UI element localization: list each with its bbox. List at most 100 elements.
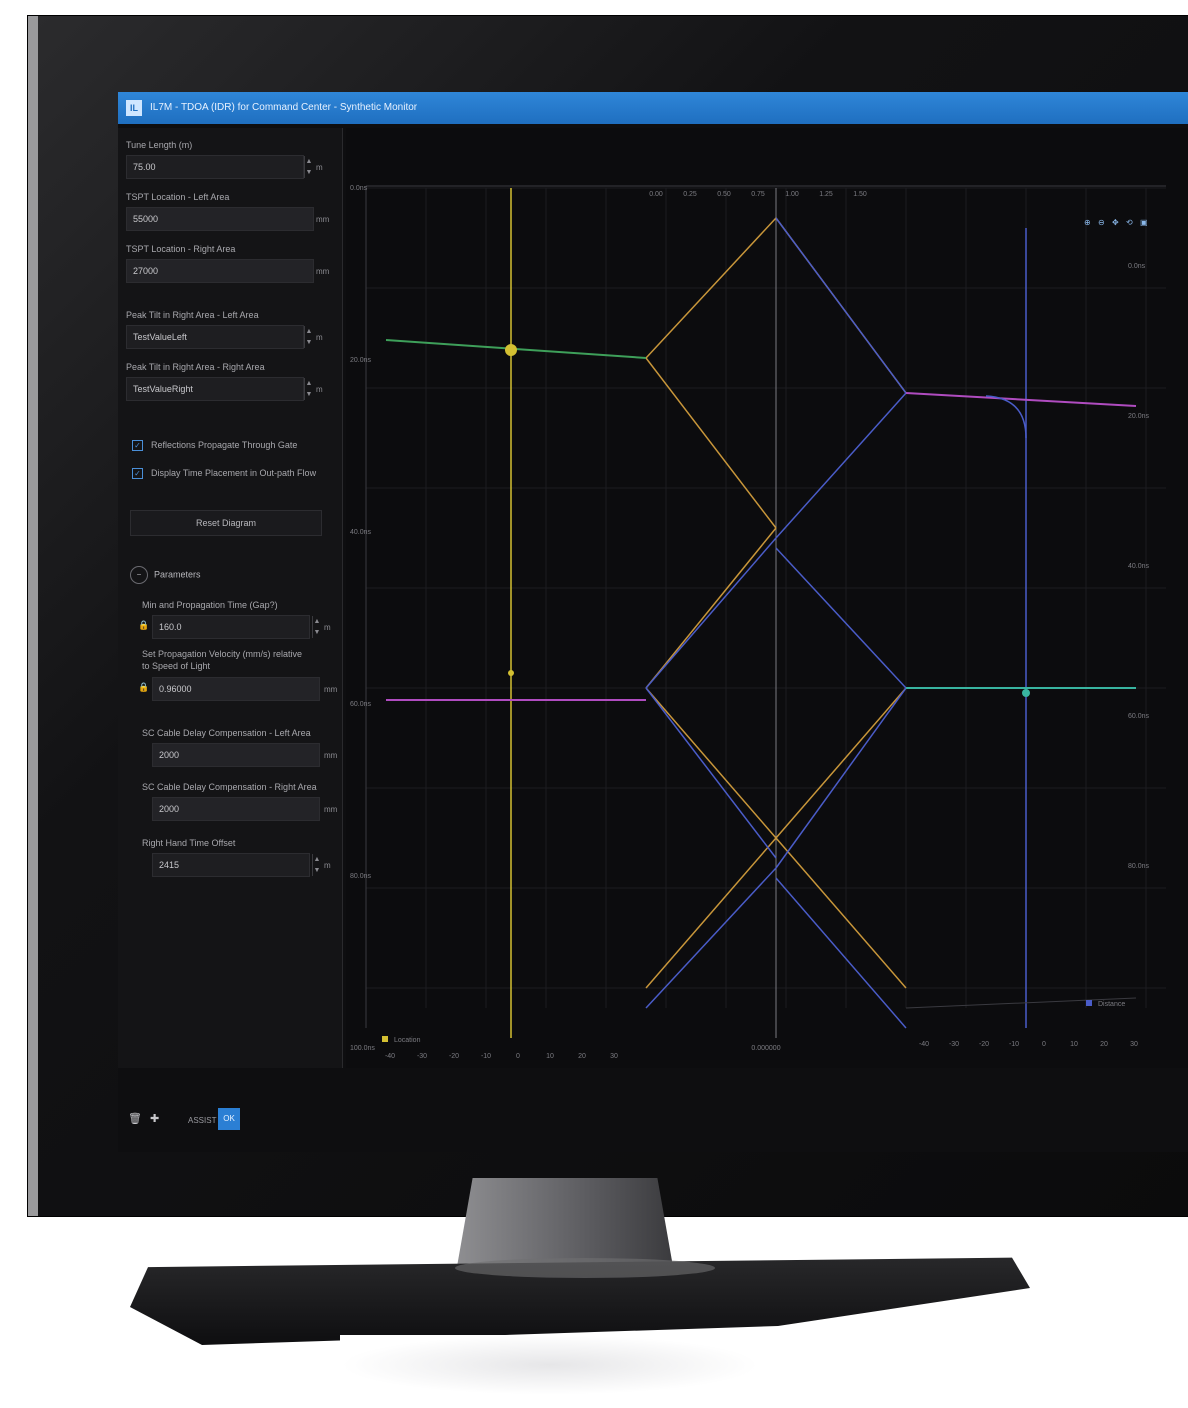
field-unit: mm — [316, 267, 330, 276]
field-label: Set Propagation Velocity (mm/s) relative… — [142, 649, 303, 671]
bottom-tick-label: 0 — [1042, 1041, 1046, 1048]
field-label: SC Cable Delay Compensation - Left Area — [142, 728, 311, 738]
right-tick-label: 20.0ns — [1128, 413, 1150, 420]
field-unit: m — [316, 163, 323, 172]
field-tspt-left: TSPT Location - Left Area 55000 mm — [126, 190, 336, 231]
checkbox-display-time[interactable]: ✓ Display Time Placement in Out-path Flow — [132, 468, 316, 479]
field-unit: mm — [324, 751, 338, 760]
field-propagation-velocity: Set Propagation Velocity (mm/s) relative… — [138, 648, 338, 701]
taskbar-active-button[interactable]: OK — [218, 1108, 240, 1130]
pan-icon[interactable]: ✥ — [1112, 218, 1122, 228]
field-peak-tilt-left: Peak Tilt in Right Area - Left Area Test… — [126, 308, 336, 349]
tspt-right-input[interactable]: 27000 — [126, 259, 314, 283]
check-icon[interactable]: ✓ — [132, 440, 143, 451]
legend-distance-label: Distance — [1098, 1001, 1125, 1008]
field-label: Peak Tilt in Right Area - Left Area — [126, 310, 259, 320]
add-icon[interactable]: ✚ — [150, 1112, 159, 1125]
field-label: SC Cable Delay Compensation - Right Area — [142, 782, 317, 792]
spinner-icon[interactable]: ▲ ▼ — [304, 156, 313, 178]
field-label: TSPT Location - Left Area — [126, 192, 230, 202]
zoom-out-icon[interactable]: ⊖ — [1098, 218, 1108, 228]
reflection-path-blue — [775, 687, 907, 869]
reflection-path-blue — [775, 217, 907, 394]
field-tune-length: Tune Length (m) 75.00 ▲ ▼ m — [126, 138, 336, 179]
left-tick-label: 60.0ns — [350, 701, 372, 708]
bottom-tick-label: 30 — [610, 1053, 618, 1060]
top-tick-label: 0.50 — [717, 191, 731, 198]
field-cable-delay-left: SC Cable Delay Compensation - Left Area … — [142, 726, 338, 767]
propagation-velocity-input[interactable]: 0.96000 — [152, 677, 320, 701]
event-marker — [505, 344, 517, 356]
taskbar: 🗑 ✚ ASSIST OK — [118, 1102, 1188, 1142]
plot-canvas[interactable]: 0.00 0.25 0.50 0.75 1.00 1.25 1.50 0.0ns 20.0ns 4… — [346, 128, 1188, 1068]
settings-panel: Tune Length (m) 75.00 ▲ ▼ m TSPT Location… — [118, 128, 343, 1068]
app-logo-icon: IL — [126, 100, 142, 116]
right-tick-label: 60.0ns — [1128, 713, 1150, 720]
curve-trace — [985, 395, 1027, 439]
right-hand-offset-input[interactable]: 2415 — [152, 853, 310, 877]
time-distance-plot[interactable]: 0.00 0.25 0.50 0.75 1.00 1.25 1.50 0.0ns 20.0ns 4… — [346, 128, 1188, 1068]
right-tick-label: 40.0ns — [1128, 563, 1150, 570]
trash-icon[interactable]: 🗑 — [128, 1112, 142, 1125]
spinner-icon[interactable]: ▲ ▼ — [304, 326, 313, 348]
monitor-screen: IL IL7M - TDOA (IDR) for Command Center … — [118, 92, 1188, 1152]
expand-icon[interactable]: − — [130, 566, 148, 584]
bottom-tick-label: -10 — [481, 1053, 491, 1060]
legend-location-label: Location — [394, 1037, 421, 1044]
field-min-propagation: Min and Propagation Time (Gap?) 🔒 160.0 … — [138, 598, 338, 639]
left-tick-label: 100.0ns — [350, 1045, 375, 1052]
bottom-tick-label: 20 — [578, 1053, 586, 1060]
zoom-in-icon[interactable]: ⊕ — [1084, 218, 1094, 228]
spinner-icon[interactable]: ▲ ▼ — [312, 854, 321, 876]
bottom-tick-label: -20 — [449, 1053, 459, 1060]
bottom-tick-label: 10 — [546, 1053, 554, 1060]
top-tick-label: 0.75 — [751, 191, 765, 198]
save-icon[interactable]: ▣ — [1140, 218, 1150, 228]
event-trace-purple-right — [905, 392, 1137, 407]
cable-delay-right-input[interactable]: 2000 — [152, 797, 320, 821]
parameters-section[interactable]: − Parameters — [130, 566, 201, 584]
reset-view-icon[interactable]: ⟲ — [1126, 218, 1136, 228]
top-tick-label: 1.00 — [785, 191, 799, 198]
field-label: TSPT Location - Right Area — [126, 244, 236, 254]
field-tspt-right: TSPT Location - Right Area 27000 mm — [126, 242, 336, 283]
field-cable-delay-right: SC Cable Delay Compensation - Right Area… — [142, 780, 338, 821]
reflection-path-orange — [775, 687, 907, 839]
center-axis-label: 0.000000 — [751, 1045, 780, 1052]
right-tick-label: 80.0ns — [1128, 863, 1150, 870]
spinner-icon[interactable]: ▲ ▼ — [312, 616, 321, 638]
field-unit: m — [324, 861, 331, 870]
field-label: Peak Tilt in Right Area - Right Area — [126, 362, 265, 372]
field-unit: m — [316, 385, 323, 394]
cable-delay-left-input[interactable]: 2000 — [152, 743, 320, 767]
field-unit: mm — [324, 685, 338, 694]
bottom-tick-label: 0 — [516, 1053, 520, 1060]
lock-icon[interactable]: 🔒 — [138, 682, 149, 693]
checkbox-reflections[interactable]: ✓ Reflections Propagate Through Gate — [132, 440, 297, 451]
tspt-left-input[interactable]: 55000 — [126, 207, 314, 231]
checkbox-label: Display Time Placement in Out-path Flow — [151, 468, 317, 478]
reflection-path-orange — [775, 837, 907, 989]
bottom-tick-label: -40 — [919, 1041, 929, 1048]
title-bar: IL IL7M - TDOA (IDR) for Command Center … — [118, 92, 1188, 124]
reset-diagram-button[interactable]: Reset Diagram — [130, 510, 322, 536]
right-tick-label: 0.0ns — [1128, 263, 1146, 270]
lock-icon[interactable]: 🔒 — [138, 620, 149, 631]
top-tick-label: 1.25 — [819, 191, 833, 198]
field-label: Tune Length (m) — [126, 140, 193, 150]
bottom-tick-label: -40 — [385, 1053, 395, 1060]
left-tick-label: 20.0ns — [350, 357, 372, 364]
peak-tilt-right-input[interactable]: TestValueRight — [126, 377, 304, 401]
peak-tilt-left-input[interactable]: TestValueLeft — [126, 325, 304, 349]
field-right-hand-offset: Right Hand Time Offset 2415 ▲ ▼ m — [142, 836, 338, 877]
event-marker — [1022, 689, 1030, 697]
tune-length-input[interactable]: 75.00 — [126, 155, 304, 179]
bottom-tick-label: -10 — [1009, 1041, 1019, 1048]
event-marker — [508, 670, 514, 676]
check-icon[interactable]: ✓ — [132, 468, 143, 479]
spinner-icon[interactable]: ▲ ▼ — [304, 378, 313, 400]
bottom-tick-label: -20 — [979, 1041, 989, 1048]
floor-reflection — [340, 1335, 760, 1395]
min-propagation-input[interactable]: 160.0 — [152, 615, 310, 639]
field-peak-tilt-right: Peak Tilt in Right Area - Right Area Tes… — [126, 360, 336, 401]
